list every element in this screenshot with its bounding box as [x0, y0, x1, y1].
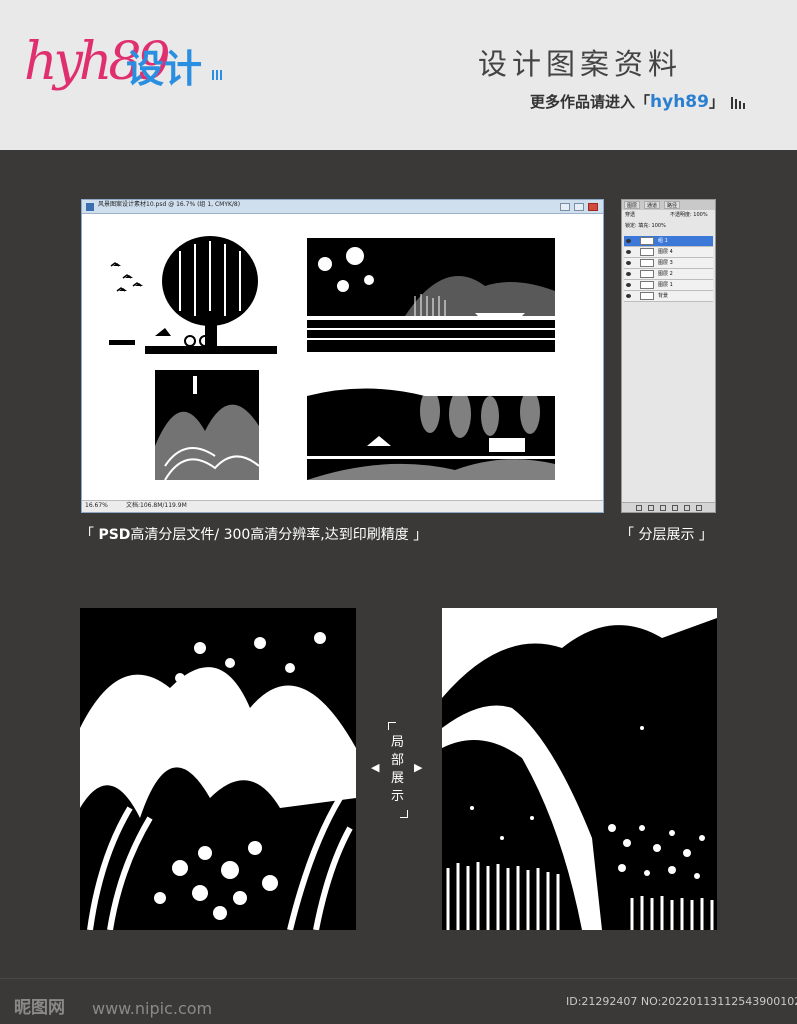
layers-footer [622, 502, 715, 512]
layer-thumbnail [640, 259, 654, 267]
caption-open: 「 [80, 527, 99, 543]
window-titlebar: 风景图案设计素材10.psd @ 16.7% (组 1, CMYK/8) [82, 200, 603, 214]
tab-paths[interactable]: 路径 [664, 201, 681, 209]
willow-tree-art [109, 236, 277, 354]
layer-thumbnail [640, 281, 654, 289]
logo-cn: 设计 [126, 47, 203, 91]
bracket-close-icon [400, 810, 408, 818]
subtitle-accent: hyh89 [650, 92, 709, 112]
eye-icon[interactable] [626, 261, 631, 265]
document-size: 文档:106.8M/119.9M [126, 502, 187, 509]
tab-layers[interactable]: 图层 [624, 201, 641, 209]
mountain-pagoda-art [155, 370, 260, 481]
layer-name: 图层 1 [658, 282, 673, 288]
caption-psd-rest: 高清分层文件/ 300高清分辨率,达到印刷精度 」 [130, 527, 428, 543]
layer-row[interactable]: 组 1 [624, 236, 713, 247]
adjustment-icon[interactable] [672, 505, 678, 511]
layers-panel: 图层 通道 路径 穿透 不透明度: 100% 锁定: 填充: 100% 组 1 … [621, 199, 716, 513]
layer-thumbnail [640, 270, 654, 278]
link-icon[interactable] [636, 505, 642, 511]
layer-row[interactable]: 图层 2 [624, 269, 713, 280]
layer-row[interactable]: 图层 3 [624, 258, 713, 269]
eye-icon[interactable] [626, 294, 631, 298]
layer-name: 背景 [658, 293, 669, 299]
eye-icon[interactable] [626, 239, 631, 243]
fx-icon[interactable] [648, 505, 654, 511]
layer-row[interactable]: 图层 1 [624, 280, 713, 291]
artwork-preview [109, 236, 555, 481]
layers-caption: 「 分层展示 」 [620, 527, 713, 543]
logo-bars-icon [212, 70, 226, 84]
layer-name: 组 1 [658, 238, 668, 244]
detail-crop-left [80, 608, 356, 930]
arrow-left-icon: ◀ [371, 761, 380, 774]
minimize-button[interactable] [560, 203, 570, 211]
subtitle-prefix: 更多作品请进入「 [530, 93, 651, 111]
document-icon [86, 203, 94, 211]
watermark-url: www.nipic.com [92, 999, 213, 1018]
layer-thumbnail [640, 292, 654, 300]
watermark-id: ID:21292407 NO:20220113112543900102 [566, 995, 797, 1008]
caption-psd-bold: PSD [98, 527, 131, 543]
detail-left-art [80, 608, 356, 930]
detail-crop-right [442, 608, 717, 930]
subtitle-suffix: 」 [708, 93, 724, 111]
psd-caption: 「 PSD高清分层文件/ 300高清分辨率,达到印刷精度 」 [80, 528, 427, 542]
folder-icon [640, 237, 654, 245]
zoom-level[interactable]: 16.67% [85, 503, 108, 509]
window-title: 风景图案设计素材10.psd @ 16.7% (组 1, CMYK/8) [98, 201, 241, 208]
new-layer-icon[interactable] [684, 505, 690, 511]
layer-row[interactable]: 图层 4 [624, 247, 713, 258]
village-river-art [307, 374, 555, 480]
maximize-button[interactable] [574, 203, 584, 211]
document-window: 风景图案设计素材10.psd @ 16.7% (组 1, CMYK/8) 16.… [81, 199, 604, 513]
watermark-site: 昵图网 [14, 998, 65, 1018]
blend-mode-select[interactable]: 穿透 [625, 213, 635, 218]
local-detail-text: 局部展示 [391, 735, 405, 804]
header: hyh89 设计 设计图案资料 更多作品请进入「hyh89」 [0, 0, 797, 150]
layer-row[interactable]: 背景 [624, 291, 713, 302]
page-subtitle: 更多作品请进入「hyh89」 [530, 94, 749, 111]
opacity-field[interactable]: 不透明度: 100% [670, 213, 708, 218]
layer-name: 图层 2 [658, 271, 673, 277]
eye-icon[interactable] [626, 272, 631, 276]
layer-thumbnail [640, 248, 654, 256]
eye-icon[interactable] [626, 283, 631, 287]
layers-tabs: 图层 通道 路径 [622, 200, 715, 210]
trash-icon[interactable] [696, 505, 702, 511]
subtitle-bars-icon [729, 96, 749, 109]
river-landscape-art [307, 238, 555, 352]
tab-channels[interactable]: 通道 [644, 201, 661, 209]
eye-icon[interactable] [626, 250, 631, 254]
page-title: 设计图案资料 [478, 47, 683, 81]
status-bar: 16.67% 文档:106.8M/119.9M [82, 500, 603, 512]
logo: hyh89 设计 [24, 36, 234, 122]
layer-name: 图层 4 [658, 249, 673, 255]
close-button[interactable] [588, 203, 598, 211]
detail-right-art [442, 608, 717, 930]
lock-fill-row[interactable]: 锁定: 填充: 100% [625, 224, 666, 229]
mask-icon[interactable] [660, 505, 666, 511]
document-canvas[interactable] [85, 216, 599, 500]
bracket-open-icon [388, 722, 396, 730]
arrow-right-icon: ▶ [414, 761, 423, 774]
layer-name: 图层 3 [658, 260, 673, 266]
